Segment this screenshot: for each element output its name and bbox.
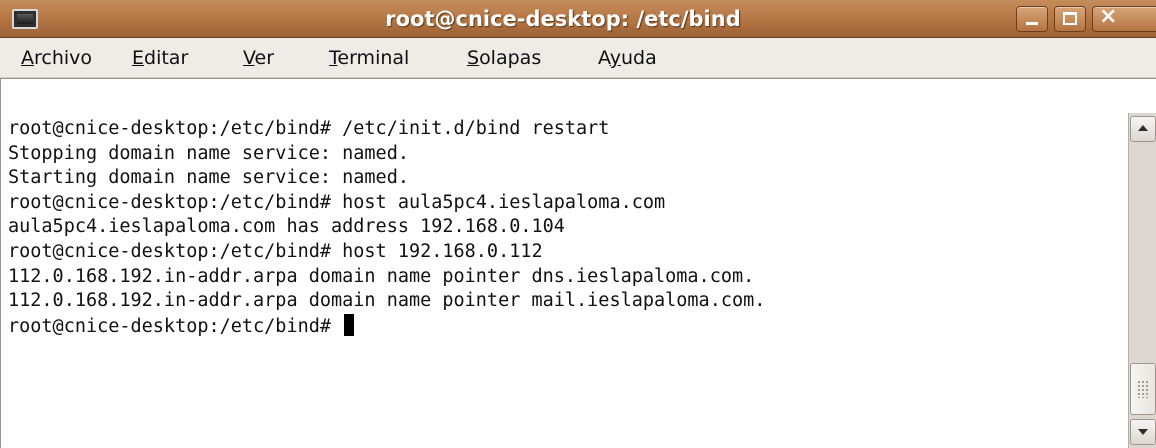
menu-terminal[interactable]: Terminal [329, 38, 409, 78]
close-icon: × [1099, 4, 1118, 29]
scroll-down-button[interactable] [1130, 419, 1156, 445]
terminal-line: aula5pc4.ieslapaloma.com has address 192… [8, 216, 565, 238]
terminal-prompt-line: root@cnice-desktop:/etc/bind# [8, 313, 765, 339]
terminal-line: Stopping domain name service: named. [8, 142, 409, 164]
terminal-line: Starting domain name service: named. [8, 167, 409, 189]
minimize-icon [1026, 22, 1038, 25]
maximize-button[interactable] [1054, 6, 1086, 32]
maximize-icon [1063, 12, 1077, 25]
arrow-down-icon [1138, 429, 1148, 435]
window-title: root@cnice-desktop: /etc/bind [385, 7, 741, 31]
menu-archivo[interactable]: Archivo [21, 38, 92, 78]
minimize-button[interactable] [1016, 6, 1048, 32]
scroll-up-button[interactable] [1130, 116, 1156, 142]
terminal-line: root@cnice-desktop:/etc/bind# host aula5… [8, 191, 666, 213]
menu-ver[interactable]: Ver [243, 38, 274, 78]
arrow-up-icon [1138, 125, 1148, 131]
scrollbar-thumb[interactable] [1130, 363, 1156, 415]
terminal-window: root@cnice-desktop: /etc/bind × Archivo … [0, 0, 1156, 448]
title-bar[interactable]: root@cnice-desktop: /etc/bind × [0, 0, 1156, 38]
shell-prompt: root@cnice-desktop:/etc/bind# [8, 315, 343, 337]
menu-solapas[interactable]: Solapas [467, 38, 541, 78]
text-cursor [344, 313, 355, 336]
menu-bar: Archivo Editar Ver Terminal Solapas Ayud… [0, 38, 1156, 78]
terminal-line: root@cnice-desktop:/etc/bind# /etc/init.… [8, 118, 610, 139]
terminal-line: 112.0.168.192.in-addr.arpa domain name p… [8, 265, 755, 287]
menu-editar[interactable]: Editar [132, 38, 188, 78]
menu-ayuda[interactable]: Ayuda [598, 38, 657, 78]
close-button[interactable]: × [1092, 4, 1156, 32]
vertical-scrollbar[interactable] [1128, 113, 1156, 448]
terminal-line: 112.0.168.192.in-addr.arpa domain name p… [8, 290, 766, 312]
terminal-output[interactable]: root@cnice-desktop:/etc/bind# /etc/init.… [8, 117, 765, 338]
grip-icon [1137, 380, 1149, 398]
terminal-line: root@cnice-desktop:/etc/bind# host 192.1… [8, 240, 543, 262]
